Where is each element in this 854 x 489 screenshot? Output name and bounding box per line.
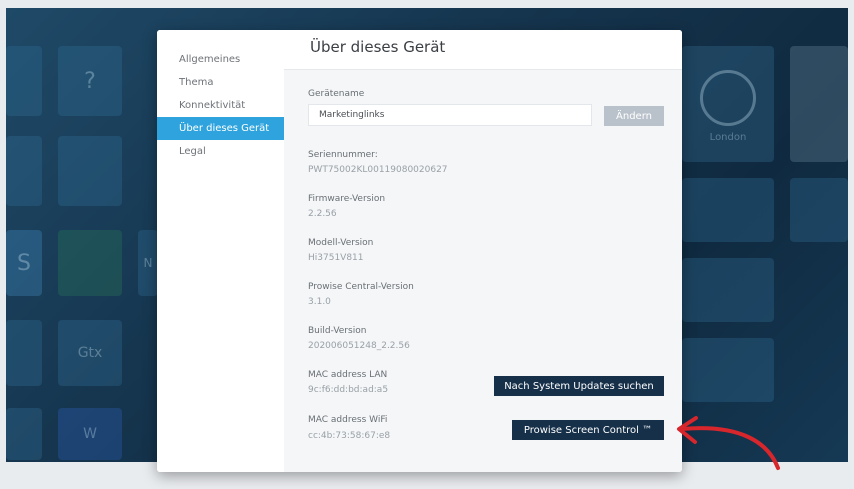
frame-edge [0,0,854,8]
arrow-shaft [680,426,780,470]
launcher-tile-help: ? [58,46,122,116]
build-value: 202006051248_2.2.56 [308,341,410,351]
tile-label: W [83,426,97,442]
clock-label: London [709,131,747,143]
settings-sidebar: Allgemeines Thema Konnektivität Über die… [157,30,284,472]
launcher-tile [790,46,848,162]
launcher-tile [6,320,42,386]
launcher-tile: N [138,230,158,296]
frame-edge [0,0,6,489]
check-updates-button[interactable]: Nach System Updates suchen [494,376,664,396]
sidebar-item-allgemeines[interactable]: Allgemeines [157,48,284,71]
settings-dialog: Allgemeines Thema Konnektivität Über die… [157,30,682,472]
mac-wifi-label: MAC address WiFi [308,415,388,425]
launcher-tile [682,338,774,402]
launcher-tile: S [6,230,42,296]
sidebar-item-thema[interactable]: Thema [157,71,284,94]
change-name-button[interactable]: Ändern [604,106,664,126]
content-header: Über dieses Gerät [284,30,682,70]
mac-lan-value: 9c:f6:dd:bd:ad:a5 [308,385,389,395]
clock-tile: London [682,46,774,162]
sidebar-item-konnektivitaet[interactable]: Konnektivität [157,94,284,117]
page-title: Über dieses Gerät [310,38,446,56]
serial-label: Seriennummer: [308,150,378,160]
clock-icon [700,69,756,126]
device-name-label: Gerätename [308,89,365,99]
launcher-tile [58,136,122,206]
model-value: Hi3751V811 [308,253,364,263]
tile-label: N [143,256,153,270]
red-arrow-annotation [677,416,780,470]
build-label: Build-Version [308,326,367,336]
launcher-tile [790,178,848,242]
launcher-tile: Gtx [58,320,122,386]
prowise-central-label: Prowise Central-Version [308,282,414,292]
launcher-tile [6,136,42,206]
model-label: Modell-Version [308,238,374,248]
device-name-input[interactable]: Marketinglinks [308,104,592,126]
firmware-value: 2.2.56 [308,209,337,219]
launcher-tile [6,408,42,460]
frame-edge [848,0,854,489]
serial-value: PWT75002KL00119080020627 [308,165,448,175]
launcher-tile-excel [58,230,122,296]
tile-label: Gtx [77,345,103,361]
launcher-tile [6,46,42,116]
mac-wifi-value: cc:4b:73:58:67:e8 [308,431,391,441]
launcher-tile [682,258,774,322]
help-icon: ? [84,68,96,94]
launcher-tile [682,178,774,242]
firmware-label: Firmware-Version [308,194,386,204]
sidebar-item-legal[interactable]: Legal [157,140,284,163]
prowise-central-value: 3.1.0 [308,297,331,307]
tile-label: S [17,250,31,276]
mac-lan-label: MAC address LAN [308,370,388,380]
screen-control-button[interactable]: Prowise Screen Control ™ [512,420,664,440]
sidebar-item-ueber-dieses-geraet[interactable]: Über dieses Gerät [157,117,284,140]
launcher-tile-word: W [58,408,122,460]
settings-content: Über dieses Gerät Gerätename Marketingli… [284,30,682,472]
